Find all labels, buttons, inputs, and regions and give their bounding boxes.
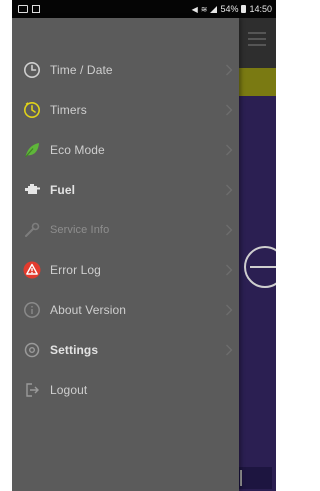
- menu-item-about-version[interactable]: About Version: [12, 290, 239, 330]
- menu-item-error-log[interactable]: Error Log: [12, 250, 239, 290]
- menu-item-settings[interactable]: Settings: [12, 330, 239, 370]
- hamburger-menu-icon[interactable]: [248, 32, 266, 46]
- logout-icon: [22, 380, 42, 400]
- status-bar: ◀ ≋ 54% 14:50: [12, 0, 276, 18]
- menu-label-about-version: About Version: [50, 303, 127, 317]
- menu-label-fuel: Fuel: [50, 183, 76, 197]
- info-icon: [22, 300, 42, 320]
- menu-label-error-log: Error Log: [50, 263, 101, 277]
- image-notification-icon: [32, 5, 40, 13]
- warning-icon: [22, 260, 42, 280]
- menu-item-eco-mode[interactable]: Eco Mode: [12, 130, 239, 170]
- app-bottom-mark: [240, 470, 242, 486]
- chevron-right-icon: [219, 130, 239, 170]
- menu-label-time-date: Time / Date: [50, 63, 113, 77]
- timer-icon: [22, 100, 42, 120]
- menu-item-time-date[interactable]: Time / Date: [12, 50, 239, 90]
- chevron-right-icon: [219, 210, 239, 250]
- chevron-right-icon: [219, 330, 239, 370]
- leaf-icon: [22, 140, 42, 160]
- chevron-right-icon: [219, 290, 239, 330]
- fuel-icon: [22, 180, 42, 200]
- chevron-right-icon: [219, 250, 239, 290]
- mute-icon: ◀: [191, 4, 198, 14]
- chevron-right-icon: [219, 90, 239, 130]
- clock-time: 14:50: [249, 4, 272, 14]
- clock-icon: [22, 60, 42, 80]
- signal-icon: [210, 5, 218, 13]
- menu-item-fuel[interactable]: Fuel: [12, 170, 239, 210]
- menu-label-timers: Timers: [50, 103, 87, 117]
- navigation-drawer: Time / Date Timers Eco Mode Fuel Service…: [12, 18, 239, 491]
- battery-percent: 54%: [220, 4, 239, 14]
- status-left: [18, 5, 40, 13]
- menu-item-timers[interactable]: Timers: [12, 90, 239, 130]
- menu-item-logout[interactable]: Logout: [12, 370, 239, 410]
- app-gauge-control[interactable]: [244, 246, 276, 288]
- menu-label-service-info: Service Info: [50, 224, 110, 236]
- menu-label-logout: Logout: [50, 383, 88, 397]
- gear-icon: [22, 340, 42, 360]
- menu-item-service-info[interactable]: Service Info: [12, 210, 239, 250]
- phone-screen: ◀ ≋ 54% 14:50 Time / Date Timers Eco Mod…: [12, 0, 276, 491]
- battery-icon: [241, 5, 247, 13]
- wrench-icon: [22, 220, 42, 240]
- menu-label-eco-mode: Eco Mode: [50, 143, 105, 157]
- menu-label-settings: Settings: [50, 343, 99, 357]
- chevron-right-icon: [219, 170, 239, 210]
- wifi-icon: ≋: [200, 4, 208, 14]
- status-right: ◀ ≋ 54% 14:50: [192, 4, 272, 14]
- drawer-menu: Time / Date Timers Eco Mode Fuel Service…: [12, 50, 239, 410]
- mail-notification-icon: [18, 5, 28, 13]
- chevron-right-icon: [219, 50, 239, 90]
